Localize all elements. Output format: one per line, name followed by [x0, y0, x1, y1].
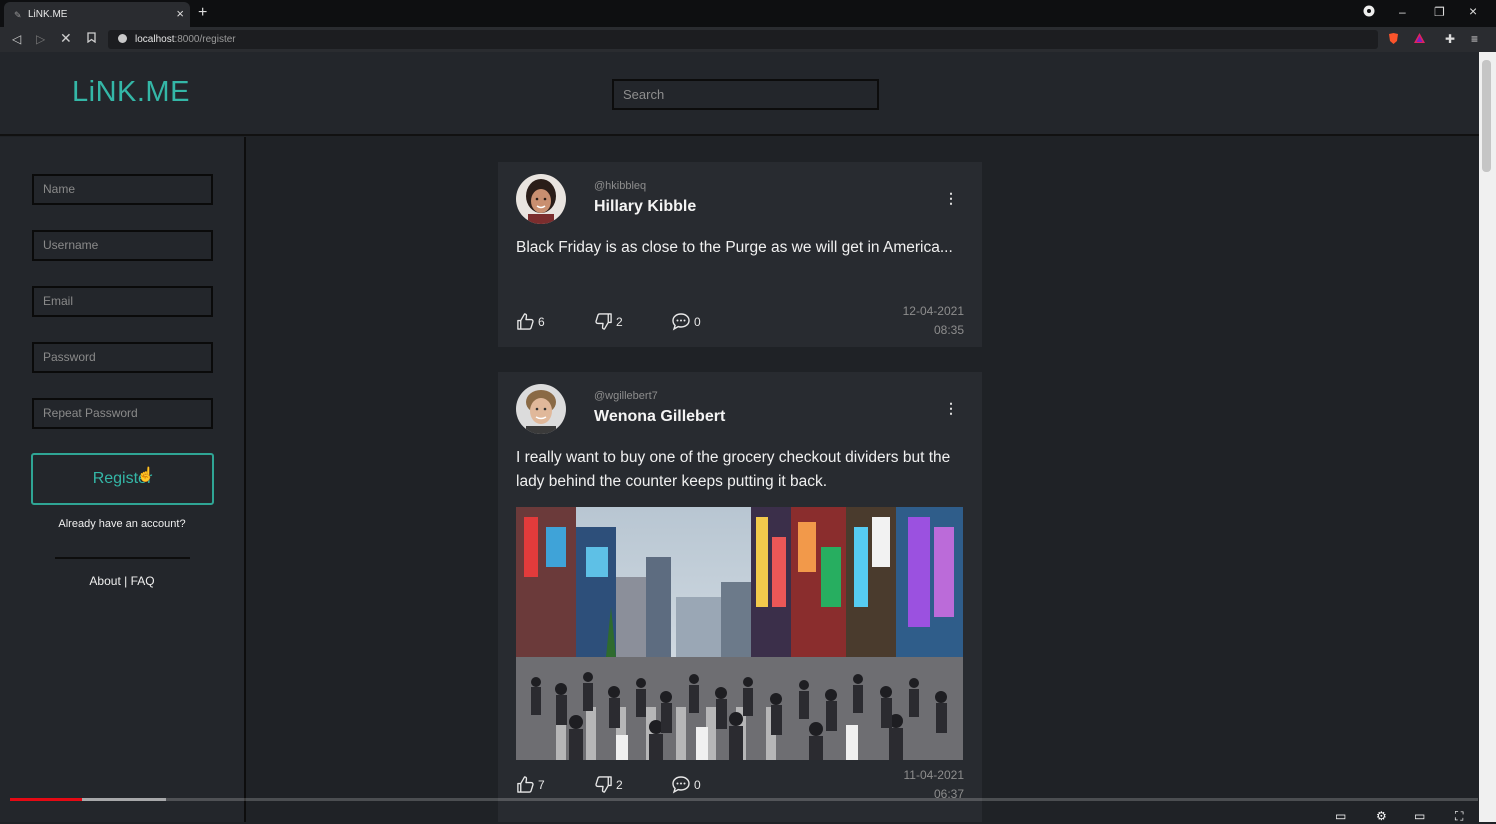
post-date: 11-04-2021 [903, 768, 965, 782]
login-link[interactable]: Already have an account? [0, 518, 244, 530]
sidebar-divider [55, 557, 190, 559]
new-tab-icon[interactable]: + [198, 4, 207, 22]
like-button[interactable]: 6 [516, 312, 545, 331]
settings-gear-icon[interactable]: ⚙ [1376, 809, 1387, 823]
like-button[interactable]: 7 [516, 775, 545, 794]
tab-close-icon[interactable]: × [176, 6, 184, 21]
username-field[interactable]: Username [32, 230, 213, 261]
post-handle[interactable]: @wgillebert7 [594, 390, 658, 402]
subtitles-icon[interactable]: ▭ [1335, 809, 1346, 823]
comment-icon [672, 313, 690, 331]
theater-mode-icon[interactable]: ▭ [1414, 809, 1425, 823]
comment-icon [672, 776, 690, 794]
about-faq-link[interactable]: About | FAQ [0, 574, 244, 588]
post-time: 08:35 [933, 323, 964, 337]
thumbs-up-icon [517, 776, 534, 793]
browser-menu-icon[interactable]: ≡ [1471, 32, 1478, 46]
browser-tabbar: ✎ LiNK.ME × + – ❐ × [0, 0, 1496, 27]
forward-icon[interactable]: ▷ [36, 32, 45, 46]
post-card: @wgillebert7 Wenona Gillebert ⋮ I really… [498, 372, 982, 822]
post-text: I really want to buy one of the grocery … [516, 449, 951, 490]
browser-toolbar: ◁ ▷ ✕ localhost:8000/register ✚ ≡ [0, 27, 1496, 52]
tab-title: LiNK.ME [28, 9, 68, 20]
email-field[interactable]: Email [32, 286, 213, 317]
dislike-button[interactable]: 2 [594, 775, 623, 794]
avatar[interactable] [516, 384, 566, 434]
dislike-count: 2 [616, 314, 623, 329]
site-logo[interactable]: LiNK.ME [72, 76, 190, 109]
profile-icon[interactable] [1363, 5, 1375, 20]
like-count: 7 [538, 777, 545, 792]
more-options-icon[interactable]: ⋮ [944, 190, 958, 207]
scrollbar-thumb[interactable] [1482, 60, 1491, 172]
post-author-name[interactable]: Hillary Kibble [594, 198, 696, 216]
post-handle[interactable]: @hkibbleq [594, 180, 646, 192]
brave-rewards-icon[interactable] [1413, 32, 1426, 47]
minimize-icon[interactable]: – [1399, 5, 1406, 19]
restore-icon[interactable]: ❐ [1434, 5, 1445, 19]
comment-button[interactable]: 0 [671, 312, 701, 331]
register-sidebar: Name Username Email Password Repeat Pass… [0, 137, 246, 822]
page-favicon-icon: ✎ [14, 9, 22, 20]
name-field[interactable]: Name [32, 174, 213, 205]
post-timestamp: 12-04-2021 08:35 [903, 302, 964, 340]
url-text: localhost:8000/register [135, 34, 236, 45]
avatar[interactable] [516, 174, 566, 224]
dislike-count: 2 [616, 777, 623, 792]
thumbs-down-icon [595, 776, 612, 793]
hand-cursor-icon: ☝ [137, 466, 155, 482]
comment-count: 0 [694, 777, 701, 792]
more-options-icon[interactable]: ⋮ [944, 400, 958, 417]
page-scrollbar[interactable] [1479, 52, 1496, 822]
post-card: @hkibbleq Hillary Kibble ⋮ Black Friday … [498, 162, 982, 347]
repeat-password-field[interactable]: Repeat Password [32, 398, 213, 429]
extensions-icon[interactable]: ✚ [1445, 32, 1455, 46]
post-date: 12-04-2021 [902, 304, 964, 318]
post-time: 06:37 [933, 787, 964, 801]
dislike-button[interactable]: 2 [594, 312, 623, 331]
video-played-bar [10, 798, 82, 801]
back-icon[interactable]: ◁ [12, 32, 21, 46]
stop-loading-icon[interactable]: ✕ [60, 30, 72, 47]
browser-tab[interactable]: ✎ LiNK.ME × [4, 2, 190, 27]
post-author-name[interactable]: Wenona Gillebert [594, 408, 725, 426]
search-input[interactable]: Search [612, 79, 879, 110]
like-count: 6 [538, 314, 545, 329]
close-window-icon[interactable]: × [1469, 3, 1477, 19]
thumbs-up-icon [517, 313, 534, 330]
bookmark-icon[interactable] [87, 32, 96, 46]
post-text: Black Friday is as close to the Purge as… [516, 239, 953, 256]
comment-button[interactable]: 0 [671, 775, 701, 794]
app-header: LiNK.ME Search [0, 52, 1479, 136]
comment-count: 0 [694, 314, 701, 329]
video-progress-bar[interactable] [10, 798, 1478, 801]
password-field[interactable]: Password [32, 342, 213, 373]
register-button[interactable]: Register [31, 453, 214, 505]
address-bar[interactable]: localhost:8000/register [108, 30, 1378, 49]
site-info-icon[interactable] [118, 34, 127, 43]
thumbs-down-icon [595, 313, 612, 330]
post-image[interactable] [516, 507, 963, 760]
brave-shield-icon[interactable] [1387, 32, 1400, 48]
